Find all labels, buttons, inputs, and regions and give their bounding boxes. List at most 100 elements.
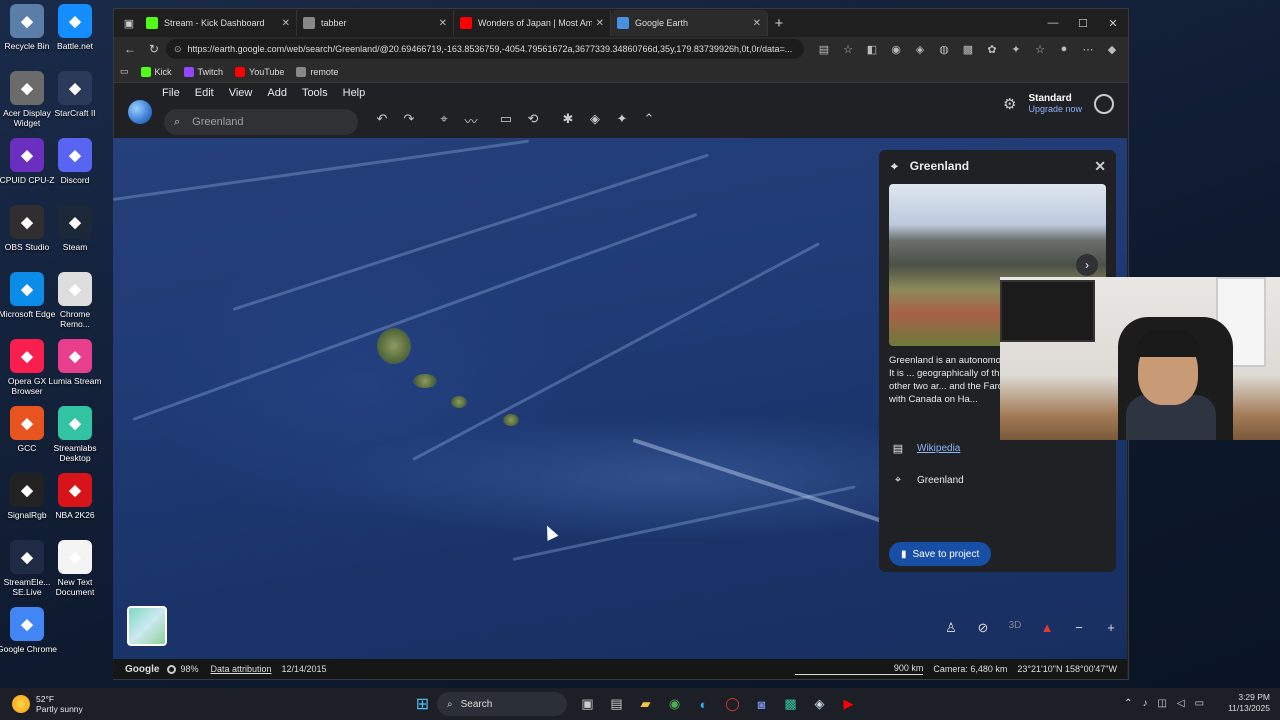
- edge-taskbar-icon[interactable]: ◐: [689, 692, 718, 716]
- save-to-project-button[interactable]: ▮ Save to project: [889, 542, 992, 566]
- extension-icon[interactable]: ✿: [980, 43, 1004, 56]
- extension-icon[interactable]: ◉: [884, 43, 908, 56]
- youtube-icon: [460, 17, 472, 29]
- browser-tab[interactable]: Stream - Kick Dashboard ✕: [140, 10, 297, 36]
- workspaces-icon[interactable]: ▣: [118, 12, 140, 34]
- bookmark-label: remote: [310, 66, 339, 77]
- desktop-icon[interactable]: ◆ Discord: [48, 138, 102, 185]
- url-field[interactable]: ⊙ https://earth.google.com/web/search/Gr…: [166, 39, 804, 59]
- island: [451, 396, 467, 408]
- bookmark-item[interactable]: Kick: [140, 66, 172, 77]
- bookmark-label: Kick: [154, 66, 172, 77]
- extension-icon[interactable]: ◍: [932, 43, 956, 56]
- battery-icon[interactable]: ▭: [1195, 698, 1204, 709]
- menu-item[interactable]: Edit: [195, 87, 214, 99]
- settings-gear-icon[interactable]: ⚙: [1003, 95, 1016, 113]
- bookmarks-icon[interactable]: ▭: [120, 66, 129, 77]
- undo-icon[interactable]: ↶: [369, 111, 395, 130]
- edge-icon: ◆: [10, 272, 44, 306]
- task-view-icon[interactable]: ▣: [573, 692, 602, 716]
- discord-taskbar-icon[interactable]: ◙: [747, 692, 776, 716]
- google-earth-logo-icon[interactable]: [128, 100, 152, 124]
- browser-tab[interactable]: Google Earth ✕: [611, 10, 768, 36]
- clock[interactable]: 3:29 PM 11/13/2025: [1218, 692, 1270, 714]
- bookmark-item[interactable]: remote: [296, 66, 339, 77]
- favorites-icon[interactable]: ☆: [1028, 43, 1052, 56]
- file-explorer-icon[interactable]: ▰: [631, 692, 660, 716]
- historical-imagery-icon[interactable]: ⟲: [520, 111, 546, 130]
- browser-tab[interactable]: tabber ✕: [297, 10, 454, 36]
- close-tab-icon[interactable]: ✕: [282, 18, 290, 29]
- desktop-icon[interactable]: ◆ NBA 2K26: [48, 473, 102, 520]
- desktop-icon[interactable]: ◆ StarCraft II: [48, 71, 102, 118]
- measure-icon[interactable]: ▭: [493, 111, 519, 130]
- back-icon[interactable]: ←: [118, 42, 142, 56]
- extensions-puzzle-icon[interactable]: ✦: [1004, 43, 1028, 56]
- maximize-icon[interactable]: ☐: [1068, 17, 1098, 30]
- wikipedia-link[interactable]: Wikipedia: [917, 443, 960, 454]
- copilot-icon[interactable]: ◆: [1100, 43, 1124, 56]
- weather-temp: 52°F: [36, 694, 55, 704]
- add-placemark-icon[interactable]: ⌖: [431, 111, 457, 130]
- search-input[interactable]: ⌕ Greenland: [164, 109, 358, 135]
- streamlabs-taskbar-icon[interactable]: ▩: [776, 692, 805, 716]
- satellite-icon[interactable]: ✱: [555, 111, 581, 130]
- start-windows-icon[interactable]: ⊞: [408, 692, 437, 716]
- browser-tab[interactable]: Wonders of Japan | Most Amazing ✕: [454, 10, 611, 36]
- profile-icon[interactable]: ●: [1052, 43, 1076, 56]
- upgrade-link[interactable]: Upgrade now: [1028, 104, 1082, 114]
- close-tab-icon[interactable]: ✕: [753, 18, 761, 29]
- weather-desc: Partly sunny: [36, 704, 83, 714]
- collapse-chevron-icon[interactable]: ⌃: [636, 111, 662, 130]
- desktop-icon[interactable]: ◆ Lumia Stream: [48, 339, 102, 386]
- network-icon[interactable]: ◫: [1157, 698, 1166, 709]
- more-menu-icon[interactable]: ⋯: [1076, 43, 1100, 56]
- favorite-star-icon[interactable]: ☆: [836, 43, 860, 56]
- extension-icon[interactable]: ◈: [908, 43, 932, 56]
- add-path-icon[interactable]: 〰: [458, 111, 484, 130]
- steam-taskbar-icon[interactable]: ◈: [805, 692, 834, 716]
- redo-icon[interactable]: ↷: [396, 111, 422, 130]
- tray-overflow-icon[interactable]: ⌃: [1124, 698, 1132, 709]
- menu-item[interactable]: Tools: [302, 87, 328, 99]
- ai-sparkle-icon[interactable]: ✦: [609, 111, 635, 130]
- menu-item[interactable]: View: [229, 87, 253, 99]
- desktop-icon[interactable]: ◆ Opera GX Browser: [0, 339, 54, 396]
- close-window-icon[interactable]: ✕: [1098, 17, 1128, 30]
- chrome-taskbar-icon[interactable]: ◉: [660, 692, 689, 716]
- close-tab-icon[interactable]: ✕: [439, 18, 447, 29]
- widgets-icon[interactable]: ▤: [602, 692, 631, 716]
- site-info-icon[interactable]: ⊙: [174, 44, 182, 55]
- desktop-icon[interactable]: ◆ Steam: [48, 205, 102, 252]
- menu-item[interactable]: File: [162, 87, 180, 99]
- desktop-icon[interactable]: ◆ Chrome Remo...: [48, 272, 102, 329]
- refresh-icon[interactable]: ↻: [142, 42, 166, 56]
- microphone-icon[interactable]: ♪: [1142, 698, 1147, 709]
- weather-widget[interactable]: 52°F Partly sunny: [0, 694, 200, 714]
- menu-item[interactable]: Help: [343, 87, 366, 99]
- desktop-icon[interactable]: ◆ Acer Display Widget: [0, 71, 54, 128]
- extension-icon[interactable]: ▩: [956, 43, 980, 56]
- desktop-icon[interactable]: ◆ Google Chrome: [0, 607, 57, 654]
- opera-taskbar-icon[interactable]: ◯: [718, 692, 747, 716]
- extension-icon[interactable]: ◧: [860, 43, 884, 56]
- reader-icon[interactable]: ▤: [812, 43, 836, 56]
- bookmark-item[interactable]: YouTube: [235, 66, 284, 77]
- desktop-icon[interactable]: ◆ Streamlabs Desktop: [48, 406, 102, 463]
- minimize-icon[interactable]: —: [1038, 17, 1068, 30]
- volume-icon[interactable]: ◁: [1177, 698, 1185, 709]
- youtube-taskbar-icon[interactable]: ▶: [834, 692, 863, 716]
- ocean-ridge: [412, 242, 820, 461]
- desktop-icon[interactable]: ◆ New Text Document: [48, 540, 102, 597]
- bookmark-item[interactable]: Twitch: [183, 66, 223, 77]
- new-tab-button[interactable]: +: [768, 15, 790, 32]
- desktop-icon[interactable]: ◆ Battle.net: [48, 4, 102, 51]
- taskbar-search[interactable]: ⌕ Search: [437, 692, 567, 716]
- menu-item[interactable]: Add: [267, 87, 287, 99]
- close-tab-icon[interactable]: ✕: [596, 18, 604, 29]
- layers-icon[interactable]: ◈: [582, 111, 608, 130]
- map-style-thumbnail[interactable]: [127, 606, 167, 646]
- account-icon[interactable]: [1094, 93, 1114, 114]
- next-photo-icon[interactable]: ›: [1076, 254, 1098, 276]
- close-card-icon[interactable]: ✕: [1094, 158, 1106, 175]
